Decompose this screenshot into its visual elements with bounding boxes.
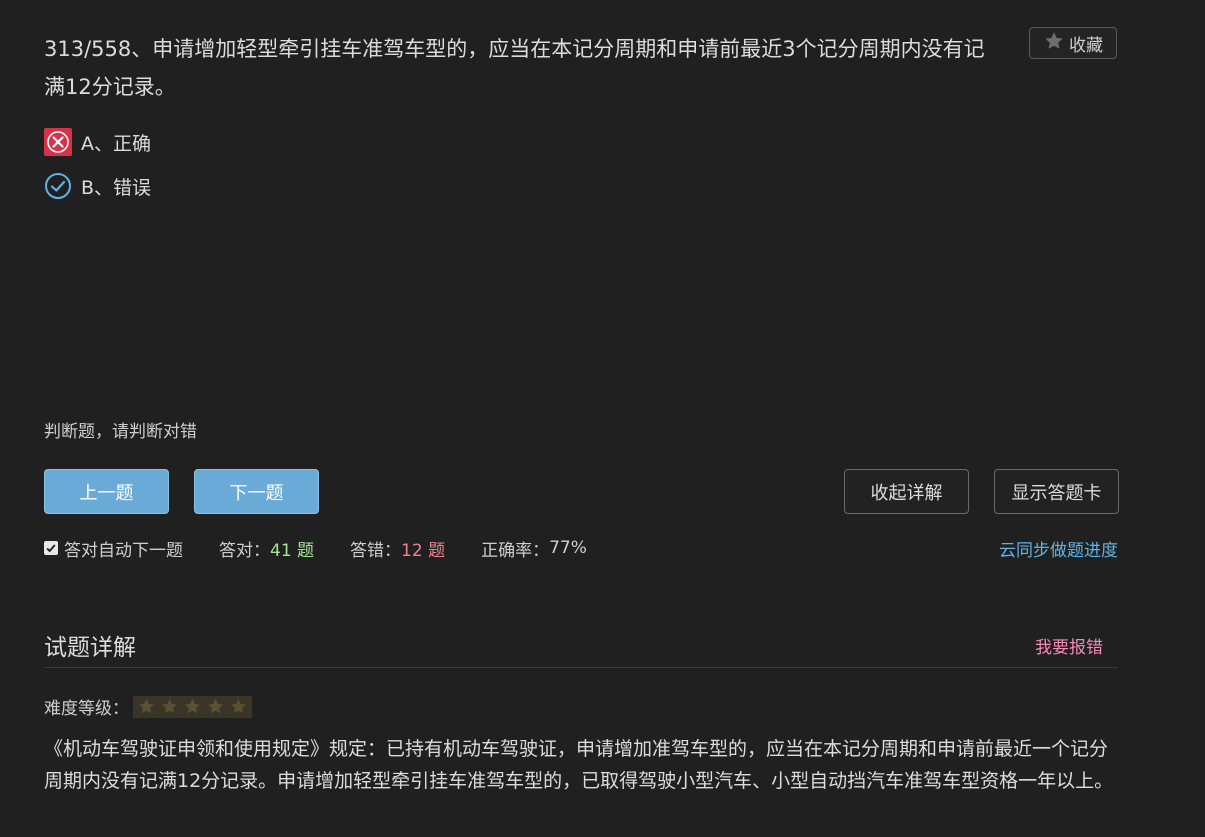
- favorite-button[interactable]: 收藏: [1029, 27, 1117, 59]
- difficulty-star-icon: [230, 698, 247, 714]
- wrong-count: 12 题: [401, 540, 446, 561]
- wrong-count-label: 答错：: [350, 540, 402, 561]
- auto-next-label[interactable]: 答对自动下一题: [64, 536, 183, 561]
- checkmark-icon: [46, 544, 56, 553]
- option-b[interactable]: B、错误: [44, 172, 151, 200]
- report-error-link[interactable]: 我要报错: [1035, 633, 1103, 658]
- star-icon: [1043, 30, 1065, 57]
- difficulty-star-icon: [184, 698, 201, 714]
- difficulty-label: 难度等级：: [44, 699, 129, 719]
- prev-question-button[interactable]: 上一题: [44, 469, 169, 514]
- divider: [44, 667, 1118, 668]
- collapse-detail-button[interactable]: 收起详解: [844, 469, 969, 514]
- question-text: 313/558、申请增加轻型牵引挂车准驾车型的，应当在本记分周期和申请前最近3个…: [44, 37, 985, 99]
- difficulty-row: 难度等级：: [44, 694, 252, 719]
- stats-bar: 答对自动下一题 答对： 41 题 答错： 12 题 正确率： 77%: [44, 536, 587, 561]
- correct-count-label: 答对：: [219, 540, 270, 561]
- difficulty-star-icon: [207, 698, 224, 714]
- detail-title: 试题详解: [44, 635, 136, 661]
- favorite-label: 收藏: [1069, 35, 1103, 56]
- x-mark-icon: [44, 128, 72, 156]
- accuracy-label: 正确率：: [481, 540, 550, 561]
- correct-count: 41 题: [270, 540, 315, 561]
- next-question-button[interactable]: 下一题: [194, 469, 319, 514]
- option-a[interactable]: A、正确: [44, 128, 151, 156]
- auto-next-checkbox[interactable]: [44, 541, 58, 555]
- question-type-hint: 判断题，请判断对错: [44, 422, 197, 442]
- cloud-sync-link[interactable]: 云同步做题进度: [999, 536, 1118, 561]
- question-page: 313/558、申请增加轻型牵引挂车准驾车型的，应当在本记分周期和申请前最近3个…: [0, 0, 1205, 837]
- accuracy-value: 77%: [549, 538, 587, 558]
- difficulty-stars: [133, 695, 252, 718]
- difficulty-star-icon: [138, 698, 155, 714]
- check-circle-icon: [45, 173, 71, 199]
- difficulty-star-icon: [161, 698, 178, 714]
- option-a-label: A、正确: [81, 132, 151, 155]
- explanation-text: 《机动车驾驶证申领和使用规定》规定：已持有机动车驾驶证，申请增加准驾车型的，应当…: [44, 738, 1114, 792]
- option-b-label: B、错误: [81, 176, 152, 199]
- show-answer-card-button[interactable]: 显示答题卡: [994, 469, 1119, 514]
